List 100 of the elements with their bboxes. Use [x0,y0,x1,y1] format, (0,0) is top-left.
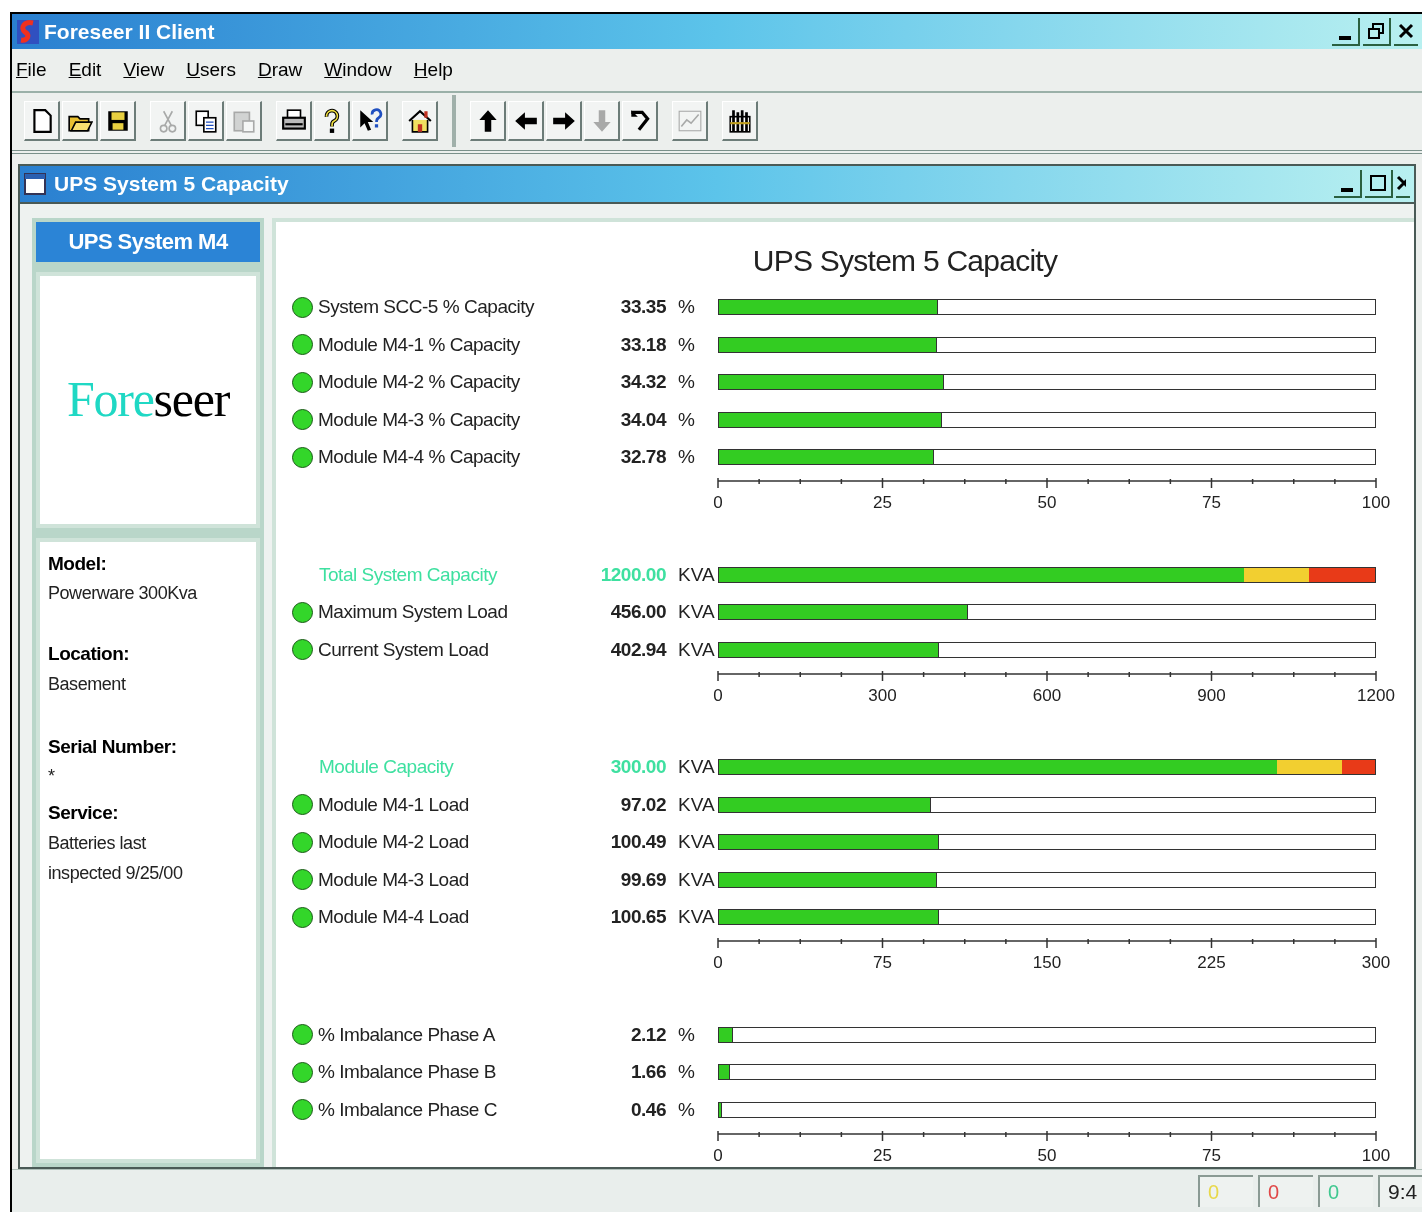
field-label: Model: [48,551,108,576]
axis-label: 75 [1202,1144,1221,1167]
pencils-icon [726,107,753,134]
maximize-icon [1370,174,1386,191]
context-help-button[interactable] [352,101,388,142]
tools-button[interactable] [722,101,758,142]
axis-label: 900 [1197,684,1226,707]
menu-item[interactable]: Draw [257,55,303,85]
sidebar-header: UPS System M4 [36,221,260,262]
meter-label: Module Capacity [319,755,454,780]
meter-value: 33.35 [619,295,666,320]
meter-label: Current System Load [318,637,489,662]
axis-label: 0 [713,492,723,515]
house-icon [406,107,433,134]
meter-label: Module M4-3 Load [318,867,469,892]
back-button[interactable] [622,101,658,142]
meter-unit: KVA [677,905,716,930]
meter-value: 300.00 [609,755,666,780]
axis-label: 150 [1032,952,1062,975]
meter-label: Module M4-3 % Capacity [318,407,520,432]
minimize-button[interactable] [1334,169,1362,198]
window-title: Foreseer II Client [44,18,215,45]
axis-label: 100 [1361,492,1391,515]
alarm-count: 0 [1328,1179,1340,1205]
restore-button[interactable] [1363,17,1391,46]
axis-label: 0 [713,1144,723,1167]
meter-unit: KVA [677,562,716,587]
axis-label: 50 [1037,1144,1057,1167]
meter-value: 32.78 [619,445,666,470]
menu-item[interactable]: View [123,55,165,85]
clock-time: 9:4 [1388,1179,1418,1206]
axis-label: 25 [873,1144,892,1167]
meter-label: Module M4-4 Load [318,905,469,930]
meter-unit: % [677,407,696,432]
axis-label: 300 [868,684,897,707]
meter-unit: % [677,445,696,470]
meter-unit: KVA [677,600,716,625]
meter-value: 402.94 [609,637,666,662]
meter-unit: KVA [677,867,716,892]
open-button[interactable] [62,101,98,142]
meter-value: 97.02 [619,792,666,817]
meter-unit: KVA [677,755,716,780]
help-button[interactable] [314,101,350,142]
close-icon [1396,174,1406,191]
meter-value: 100.49 [609,830,666,855]
restore-icon [1368,22,1384,39]
meter-label: System SCC-5 % Capacity [318,295,535,320]
child-window-title: UPS System 5 Capacity [54,170,289,197]
meter-label: Module M4-1 % Capacity [318,332,520,357]
axis-label: 75 [873,952,892,975]
axis-label: 1200 [1357,684,1395,707]
meter-label: Module M4-2 % Capacity [318,370,520,395]
field-value: Basement [48,672,127,696]
copy-button[interactable] [188,101,224,142]
field-value: Batteries last inspected 9/25/00 [48,831,184,885]
meter-value: 456.00 [609,600,666,625]
menu-item[interactable]: Edit [68,55,102,85]
print-button[interactable] [276,101,312,142]
window-icon [24,172,46,195]
meter-unit: KVA [677,830,716,855]
meter-unit: % [677,1022,696,1047]
menu-item[interactable]: Window [324,55,392,85]
new-button[interactable] [24,101,60,142]
meter-value: 2.12 [629,1022,666,1047]
app-logo-icon [16,18,40,45]
copy-icon [192,107,219,134]
panel-title: UPS System 5 Capacity [751,242,1059,279]
home-button[interactable] [402,101,438,142]
field-value: * [48,765,56,789]
right-button[interactable] [546,101,582,142]
minimize-button[interactable] [1332,17,1360,46]
axis-label: 25 [873,492,892,515]
meter-unit: % [677,1097,696,1122]
field-label: Serial Number: [48,734,178,759]
menu-item[interactable]: Help [413,55,453,85]
meter-label: Module M4-2 Load [318,830,469,855]
axis-label: 600 [1032,684,1062,707]
meter-unit: % [677,332,696,357]
maximize-button[interactable] [1365,169,1393,198]
meter-value: 1200.00 [599,562,666,587]
save-button[interactable] [100,101,136,142]
menu-item[interactable]: File [16,55,47,85]
field-value: Powerware 300Kva [48,582,199,606]
meter-label: Module M4-4 % Capacity [318,445,520,470]
axis-label: 75 [1202,492,1221,515]
meter-value: 100.65 [609,905,666,930]
meter-unit: % [677,370,696,395]
meter-label: % Imbalance Phase C [318,1097,497,1122]
meter-label: % Imbalance Phase B [318,1060,496,1085]
axis-label: 100 [1361,1144,1391,1167]
meter-unit: % [677,295,696,320]
left-button[interactable] [508,101,544,142]
axis-label: 225 [1197,952,1226,975]
axis-label: 0 [713,684,723,707]
meter-unit: KVA [677,792,716,817]
field-label: Location: [48,642,131,667]
meter-unit: % [677,1060,696,1085]
meter-value: 0.46 [629,1097,666,1122]
menu-item[interactable]: Users [186,55,236,85]
up-button[interactable] [470,101,506,142]
